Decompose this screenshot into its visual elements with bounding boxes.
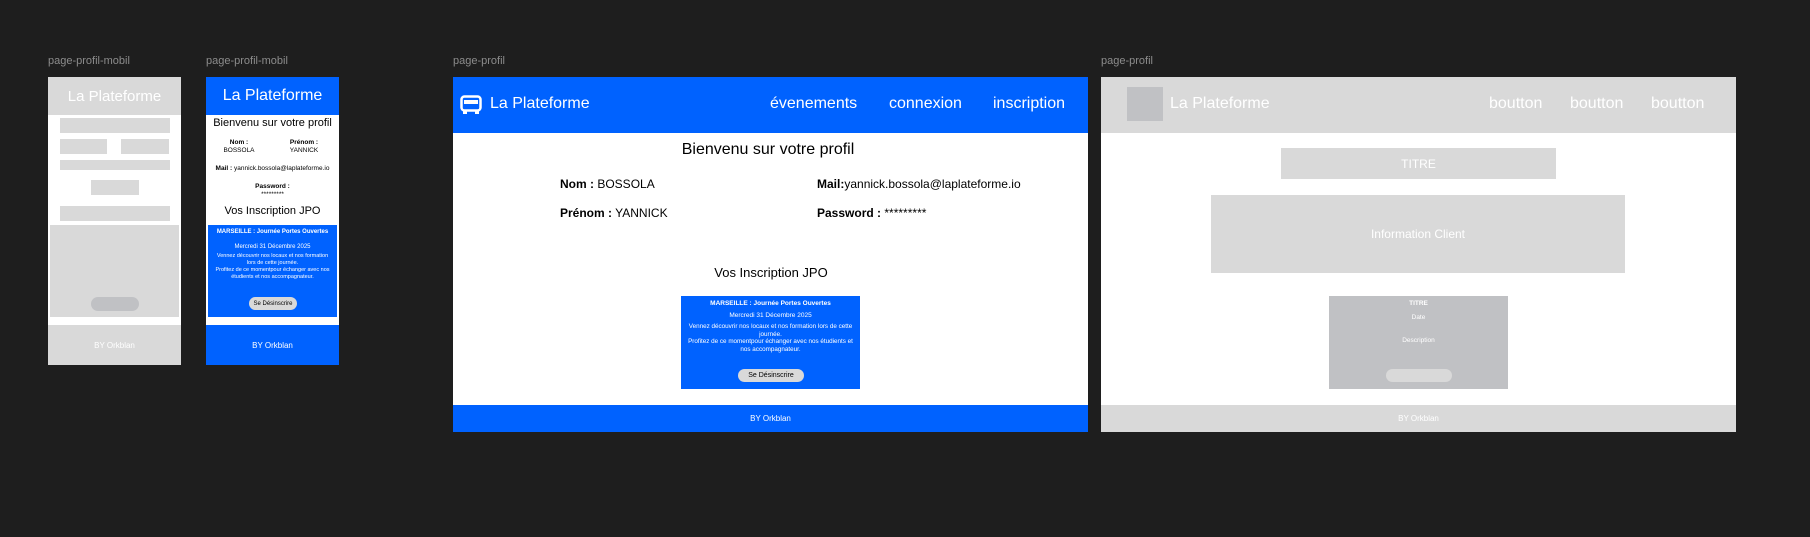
wire-card-button[interactable] (91, 297, 139, 311)
desktop-card-title: MARSEILLE : Journée Portes Ouvertes (710, 300, 831, 307)
wire-info-text: Information Client (1370, 227, 1466, 241)
nav-evenements[interactable]: évenements (770, 95, 857, 113)
wire-field-placeholder (91, 180, 139, 195)
mobile-password-label: Password : (255, 183, 290, 190)
wire-mobile-header-title: La Plateforme (67, 87, 162, 105)
wire-logo-placeholder (1127, 87, 1163, 121)
desktop-prenom-value: YANNICK (615, 206, 668, 220)
wire-field-placeholder (60, 160, 170, 170)
wire-field-placeholder (60, 139, 107, 154)
mobile-welcome-title: Bienvenu sur votre profil (213, 117, 332, 129)
wire-card-title: TITRE (1409, 300, 1428, 307)
mobile-mail-label: Mail : (215, 165, 233, 172)
mobile-footer-text: BY Orkblan (252, 340, 293, 350)
desktop-section-title: Vos Inscription JPO (714, 265, 828, 280)
mobile-nom-field: Nom : BOSSOLA (208, 139, 270, 155)
desktop-footer-text: BY Orkblan (750, 414, 791, 423)
mobile-card-desc1: Vennez découvrir nos locaux et nos forma… (216, 253, 329, 266)
desktop-password-field: Password : ********* (817, 206, 926, 220)
desktop-prenom-label: Prénom : (560, 206, 613, 220)
frame-label-desktop-wireframe: page-profil (1101, 55, 1153, 67)
desktop-welcome-title: Bienvenu sur votre profil (681, 141, 855, 158)
desktop-footer: BY Orkblan (453, 405, 1088, 432)
desktop-nom-field: Nom : BOSSOLA (560, 177, 655, 191)
desktop-prenom-field: Prénom : YANNICK (560, 206, 668, 220)
frame-label-desktop: page-profil (453, 55, 505, 67)
wire-title-placeholder: TITRE (1281, 148, 1556, 179)
nav-connexion[interactable]: connexion (889, 95, 962, 113)
mobile-password-value: ********* (261, 191, 284, 198)
wire-card-button[interactable] (1386, 369, 1452, 382)
bus-icon[interactable] (460, 95, 482, 115)
wire-section-placeholder (60, 206, 170, 221)
mobile-prenom-value: YANNICK (289, 147, 319, 154)
desktop-card-desc2: Profitez de ce momentpour échanger avec … (688, 338, 853, 353)
desktop-mail-field: Mail:yannick.bossola@laplateforme.io (817, 177, 1021, 191)
wire-card-date: Date (1411, 314, 1426, 321)
mobile-nom-label: Nom : (229, 139, 249, 146)
mobile-nom-value: BOSSOLA (223, 147, 255, 154)
wire-title-placeholder (60, 118, 170, 133)
wire-title-text: TITRE (1401, 156, 1436, 171)
mobile-footer: BY Orkblan (206, 325, 339, 365)
frame-label-mobile-wireframe: page-profil-mobil (48, 55, 130, 67)
wire-field-placeholder (121, 139, 169, 154)
mobile-header: La Plateforme (206, 77, 339, 115)
desktop-nom-value: BOSSOLA (597, 177, 655, 191)
mobile-header-title: La Plateforme (222, 87, 323, 104)
wire-mobile-footer-text: BY Orkblan (94, 340, 135, 350)
wire-info-placeholder: Information Client (1211, 195, 1625, 273)
mobile-unsubscribe-button[interactable]: Se Désinscrire (249, 297, 297, 310)
wire-nav-button[interactable]: boutton (1489, 95, 1542, 113)
mobile-mail-value: yannick.bossola@laplateforme.io (233, 165, 330, 172)
desktop-mail-label: Mail: (817, 177, 845, 191)
desktop-card-date: Mercredi 31 Décembre 2025 (729, 312, 812, 319)
desktop-wireframe-frame: La Plateforme boutton boutton boutton TI… (1101, 77, 1736, 432)
wire-mobile-footer: BY Orkblan (48, 325, 181, 365)
wire-nav-button[interactable]: boutton (1651, 95, 1704, 113)
wire-card-description: Description (1402, 337, 1435, 344)
wire-desktop-footer-text: BY Orkblan (1398, 414, 1439, 423)
mobile-wireframe-frame: La Plateforme BY Orkblan (48, 77, 181, 365)
mobile-card-date: Mercredi 31 Décembre 2025 (234, 244, 311, 250)
wire-desktop-header: La Plateforme boutton boutton boutton (1101, 77, 1736, 133)
mobile-password-field: Password : ********* (206, 183, 339, 199)
mobile-frame: La Plateforme Bienvenu sur votre profil … (206, 77, 339, 365)
wire-mobile-header: La Plateforme (48, 77, 181, 115)
desktop-nom-label: Nom : (560, 177, 594, 191)
desktop-header-title[interactable]: La Plateforme (490, 95, 590, 113)
desktop-unsubscribe-button[interactable]: Se Désinscrire (738, 369, 804, 382)
wire-desktop-footer: BY Orkblan (1101, 405, 1736, 432)
frame-label-mobile: page-profil-mobil (206, 55, 288, 67)
mobile-card-desc2: Profitez de ce momentpour échanger avec … (215, 267, 330, 280)
desktop-frame: La Plateforme évenements connexion inscr… (453, 77, 1088, 432)
mobile-prenom-field: Prénom : YANNICK (273, 139, 335, 155)
desktop-password-value: ********* (884, 206, 927, 220)
mobile-prenom-label: Prénom : (289, 139, 319, 146)
mobile-mail-field: Mail : yannick.bossola@laplateforme.io (206, 165, 339, 172)
desktop-password-label: Password : (817, 206, 882, 220)
nav-inscription[interactable]: inscription (993, 95, 1065, 113)
wire-nav-button[interactable]: boutton (1570, 95, 1623, 113)
desktop-mail-value: yannick.bossola@laplateforme.io (844, 177, 1021, 191)
mobile-card-title: MARSEILLE : Journée Portes Ouvertes (216, 229, 329, 235)
wire-desktop-header-title: La Plateforme (1170, 95, 1270, 112)
desktop-header: La Plateforme évenements connexion inscr… (453, 77, 1088, 133)
mobile-section-title: Vos Inscription JPO (224, 205, 321, 217)
desktop-card-desc1: Vennez découvrir nos locaux et nos forma… (688, 323, 853, 338)
